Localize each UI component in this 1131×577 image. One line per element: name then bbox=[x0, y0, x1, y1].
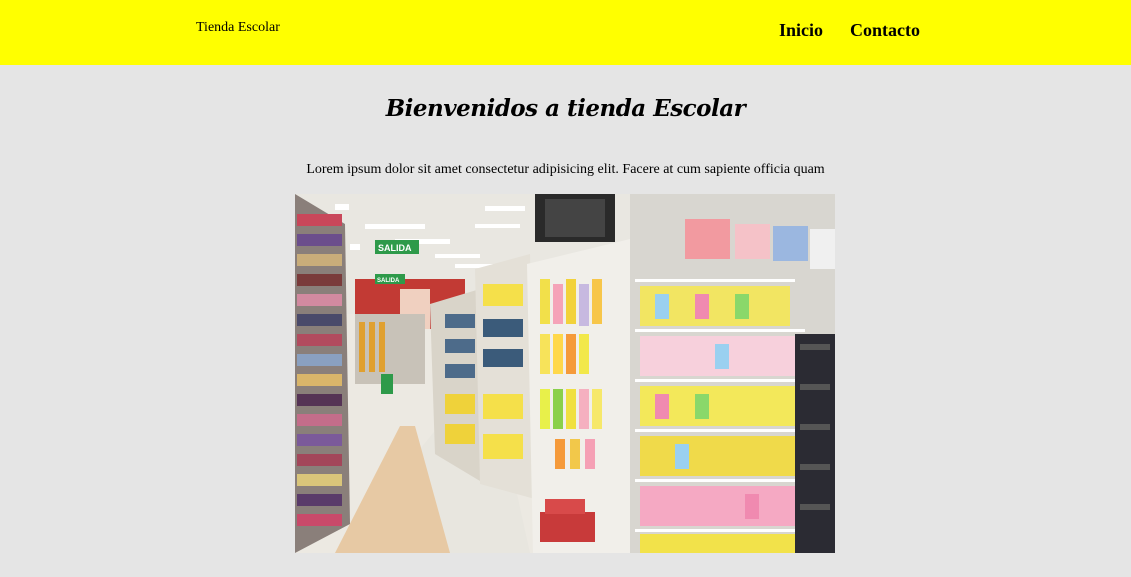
nav-link-inicio[interactable]: Inicio bbox=[779, 20, 823, 41]
top-navbar: Tienda Escolar Inicio Contacto bbox=[0, 0, 1131, 65]
brand-link[interactable]: Tienda Escolar bbox=[196, 20, 280, 36]
store-aisle-photo: SALIDA SALIDA bbox=[295, 194, 835, 553]
intro-paragraph: Lorem ipsum dolor sit amet consectetur a… bbox=[306, 162, 825, 177]
nav-link-contacto[interactable]: Contacto bbox=[850, 20, 920, 41]
svg-text:SALIDA: SALIDA bbox=[377, 278, 400, 284]
svg-text:SALIDA: SALIDA bbox=[378, 243, 412, 253]
page-title: Bienvenidos a tienda Escolar bbox=[385, 95, 746, 122]
